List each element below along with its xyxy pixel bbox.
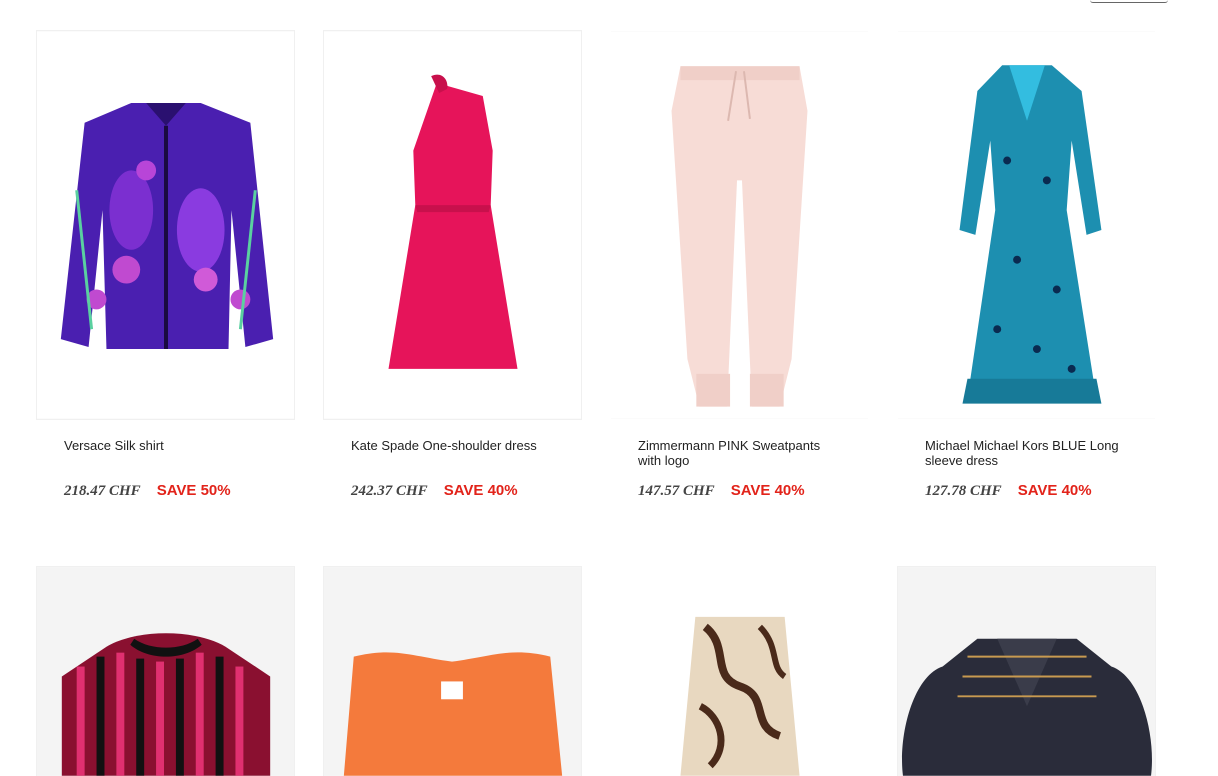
product-image-printed-trousers[interactable] [610,566,869,776]
product-price: 242.37 CHF [351,483,428,499]
product-card[interactable]: Kate Spade One-shoulder dress 242.37 CHF… [323,30,582,500]
product-card[interactable] [323,566,582,776]
product-image-black-blouse[interactable] [897,566,1156,776]
discount-badge: SAVE 40% [1017,482,1092,499]
product-card[interactable]: Versace Silk shirt 218.47 CHF SAVE 50% [36,30,295,500]
product-price: 127.78 CHF [925,483,1002,499]
product-price: 218.47 CHF [64,483,141,499]
top-button-edge[interactable] [1090,0,1168,3]
product-image-orange-tank[interactable] [323,566,582,776]
product-card[interactable]: Zimmermann PINK Sweatpants with logo 147… [610,30,869,500]
product-image-silk-shirt[interactable] [36,30,295,420]
product-name[interactable]: Versace Silk shirt [64,438,267,468]
product-image-blue-dress[interactable] [897,30,1156,420]
product-name[interactable]: Michael Michael Kors BLUE Long sleeve dr… [925,438,1128,468]
product-image-pink-dress[interactable] [323,30,582,420]
product-price: 147.57 CHF [638,483,715,499]
discount-badge: SAVE 40% [730,482,805,499]
product-card[interactable] [897,566,1156,776]
product-card[interactable]: Michael Michael Kors BLUE Long sleeve dr… [897,30,1156,500]
product-image-sweatpants[interactable] [610,30,869,420]
discount-badge: SAVE 50% [156,482,231,499]
product-name[interactable]: Zimmermann PINK Sweatpants with logo [638,438,841,468]
product-card[interactable] [610,566,869,776]
product-name[interactable]: Kate Spade One-shoulder dress [351,438,554,468]
product-card[interactable] [36,566,295,776]
discount-badge: SAVE 40% [443,482,518,499]
product-image-striped-sweater[interactable] [36,566,295,776]
